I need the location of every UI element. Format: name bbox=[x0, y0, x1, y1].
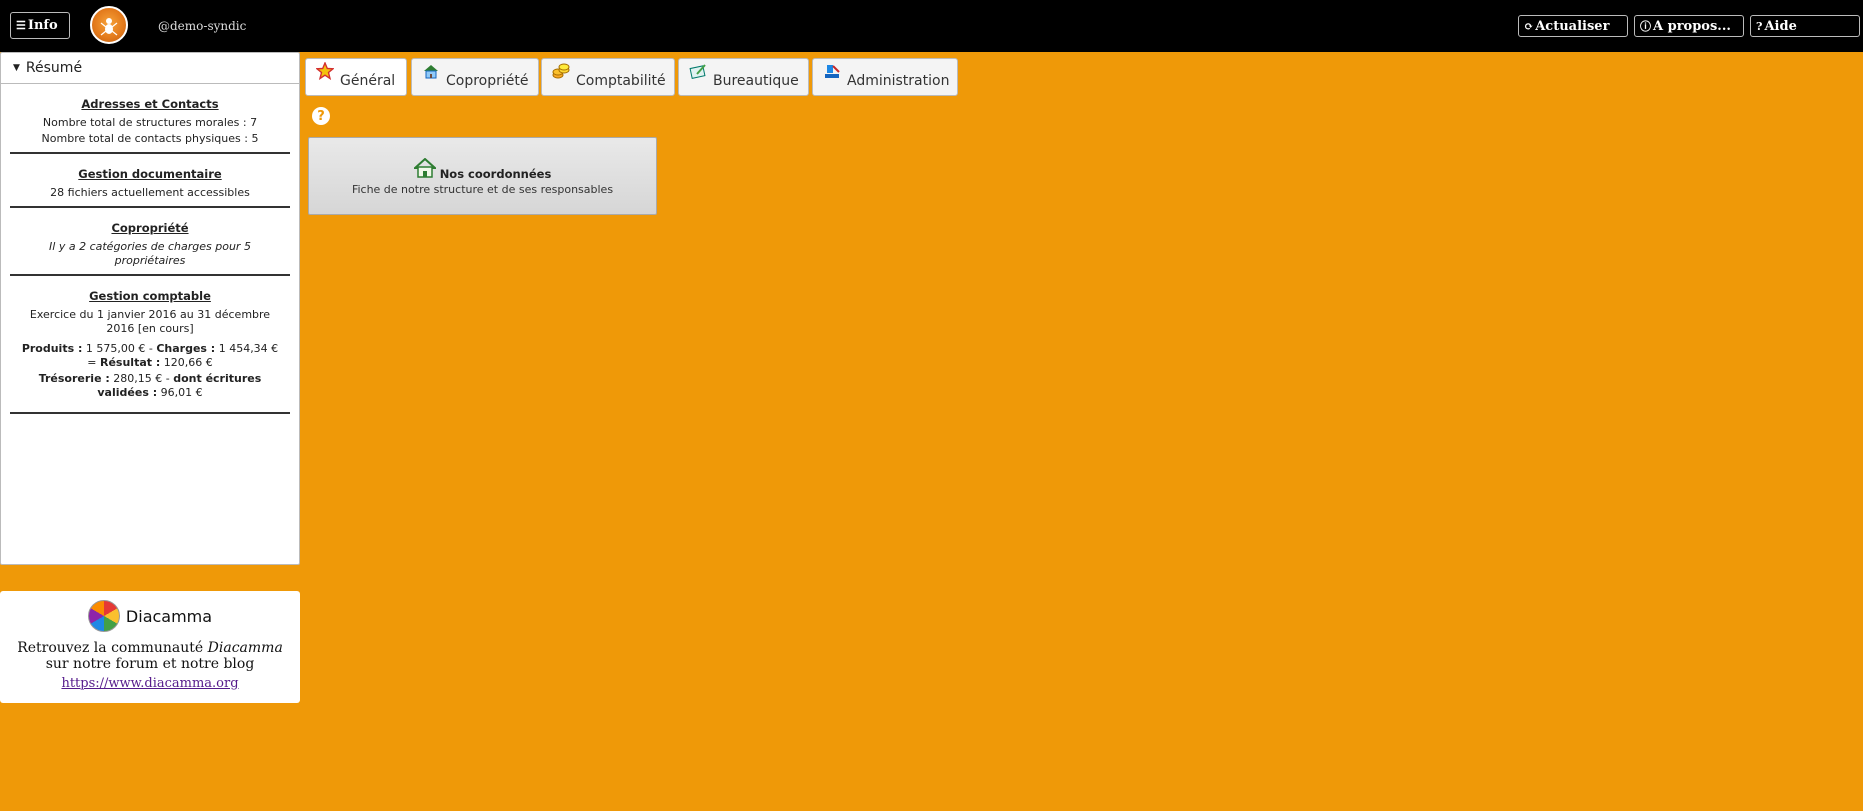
info-icon: ⓘ bbox=[1640, 20, 1651, 33]
summary-title: Résumé bbox=[25, 60, 83, 76]
charges-label: Charges : bbox=[156, 342, 216, 355]
star-icon bbox=[316, 62, 334, 80]
contacts-line-1: Nombre total de structures morales : 7 bbox=[42, 116, 258, 129]
tab-copropriete-label: Copropriété bbox=[446, 73, 529, 89]
diacamma-link[interactable]: https://www.diacamma.org bbox=[0, 676, 300, 691]
username: @demo-syndic bbox=[158, 19, 247, 33]
card-description: Fiche de notre structure et de ses respo… bbox=[351, 183, 614, 196]
tresorerie-label: Trésorerie : bbox=[38, 372, 110, 385]
community-box: Diacamma Retrouvez la communauté Diacamm… bbox=[0, 591, 300, 703]
question-icon: ? bbox=[1756, 19, 1763, 33]
section-title-copro[interactable]: Copropriété bbox=[20, 221, 280, 235]
validees-value: 96,01 € bbox=[157, 386, 203, 399]
app-logo bbox=[90, 6, 128, 44]
summary-header[interactable]: ▼ Résumé bbox=[1, 53, 299, 84]
accounting-treasury: Trésorerie : 280,15 € - dont écritures v… bbox=[20, 372, 280, 400]
community-text-after: sur notre forum et notre blog bbox=[45, 656, 255, 672]
card-title-row: Nos coordonnées bbox=[309, 157, 656, 181]
coordinates-card[interactable]: Nos coordonnées Fiche de notre structure… bbox=[308, 137, 657, 215]
diacamma-brand: Diacamma bbox=[0, 598, 300, 634]
section-title-documents[interactable]: Gestion documentaire bbox=[20, 167, 280, 181]
help-label: Aide bbox=[1764, 18, 1797, 34]
brand-name: Diacamma bbox=[125, 606, 213, 626]
help-question-icon[interactable]: ? bbox=[312, 107, 330, 125]
section-title-accounting[interactable]: Gestion comptable bbox=[20, 289, 280, 303]
tab-administration-label: Administration bbox=[847, 73, 950, 89]
contacts-line-2: Nombre total de contacts physiques : 5 bbox=[41, 132, 259, 145]
refresh-label: Actualiser bbox=[1535, 18, 1610, 34]
resultat-label: Résultat : bbox=[99, 356, 161, 369]
tab-general-label: Général bbox=[340, 73, 396, 89]
info-button[interactable]: ☰ Info bbox=[10, 12, 70, 39]
house-icon bbox=[412, 157, 438, 181]
produits-label: Produits : bbox=[21, 342, 83, 355]
tab-general[interactable]: Général bbox=[305, 58, 407, 96]
tab-bureautique[interactable]: Bureautique bbox=[678, 58, 809, 96]
help-button[interactable]: ? Aide bbox=[1750, 15, 1860, 37]
diacamma-logo bbox=[87, 600, 120, 632]
accounting-exercise: Exercice du 1 janvier 2016 au 31 décembr… bbox=[29, 308, 271, 335]
accounting-results: Produits : 1 575,00 € - Charges : 1 454,… bbox=[20, 342, 280, 370]
section-title-contacts[interactable]: Adresses et Contacts bbox=[20, 97, 280, 111]
coins-icon bbox=[552, 62, 570, 80]
section-copro: Copropriété Il y a 2 catégories de charg… bbox=[10, 208, 290, 276]
tab-copropriete[interactable]: Copropriété bbox=[411, 58, 539, 96]
about-button[interactable]: ⓘ A propos... bbox=[1634, 15, 1744, 37]
tab-comptabilite[interactable]: Comptabilité bbox=[541, 58, 675, 96]
documents-line-1: 28 fichiers actuellement accessibles bbox=[50, 186, 250, 199]
tresorerie-value: 280,15 € - bbox=[109, 372, 174, 385]
section-accounting: Gestion comptable Exercice du 1 janvier … bbox=[10, 276, 290, 414]
community-text-em: Diacamma bbox=[207, 640, 283, 656]
resultat-value: 120,66 € bbox=[160, 356, 213, 369]
top-bar: ☰ Info @demo-syndic ⟳ Actualiser ⓘ A pro… bbox=[0, 0, 1863, 52]
document-icon bbox=[689, 62, 707, 80]
admin-icon bbox=[823, 62, 841, 80]
caret-down-icon: ▼ bbox=[13, 63, 20, 73]
card-title: Nos coordonnées bbox=[439, 167, 552, 181]
refresh-icon: ⟳ bbox=[1524, 19, 1534, 33]
refresh-button[interactable]: ⟳ Actualiser bbox=[1518, 15, 1628, 37]
section-contacts: Adresses et Contacts Nombre total de str… bbox=[10, 84, 290, 154]
building-icon bbox=[422, 62, 440, 80]
tab-bureautique-label: Bureautique bbox=[713, 73, 799, 89]
community-text-before: Retrouvez la communauté bbox=[17, 640, 208, 656]
tab-administration[interactable]: Administration bbox=[812, 58, 958, 96]
about-label: A propos... bbox=[1653, 18, 1731, 34]
list-icon: ☰ bbox=[16, 19, 26, 32]
section-documents: Gestion documentaire 28 fichiers actuell… bbox=[10, 154, 290, 208]
summary-panel: ▼ Résumé Adresses et Contacts Nombre tot… bbox=[0, 52, 300, 565]
copro-line-1: Il y a 2 catégories de charges pour 5 pr… bbox=[49, 240, 251, 267]
info-label: Info bbox=[27, 18, 58, 33]
produits-value: 1 575,00 € - bbox=[82, 342, 157, 355]
community-text: Retrouvez la communauté Diacamma sur not… bbox=[0, 640, 300, 672]
tab-comptabilite-label: Comptabilité bbox=[576, 73, 666, 89]
